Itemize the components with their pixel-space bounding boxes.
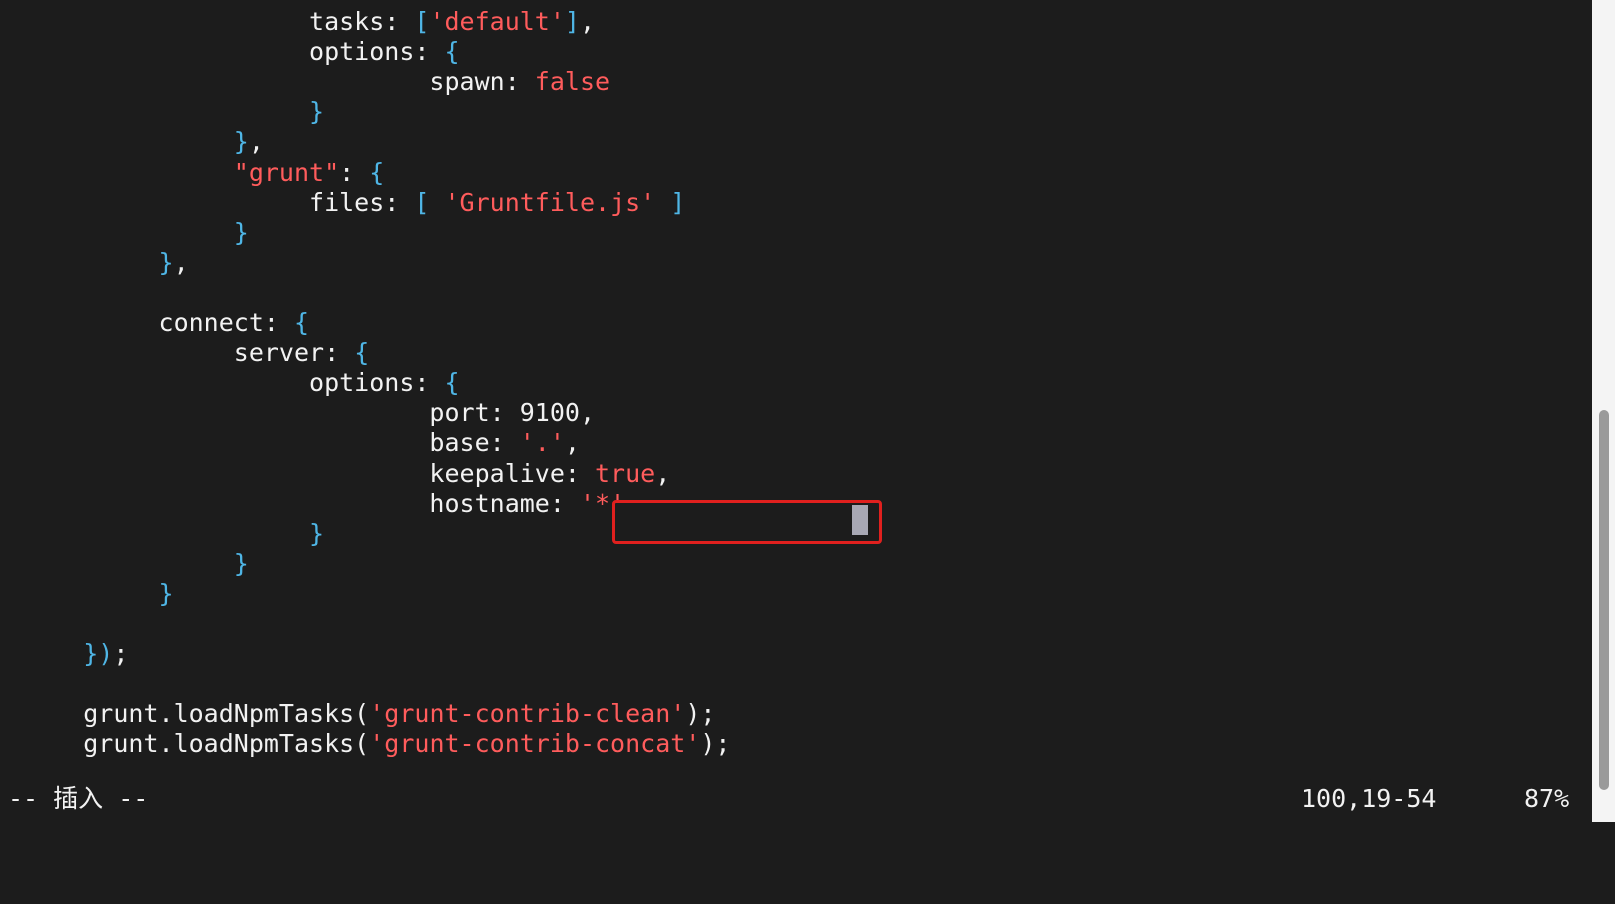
highlight-annotation-box: [612, 500, 882, 544]
code-token: base:: [8, 428, 520, 458]
code-token: files:: [8, 187, 415, 217]
code-token: ,: [564, 428, 580, 458]
code-token: hostname:: [8, 488, 580, 518]
code-line: }: [8, 578, 174, 609]
scroll-percent: 87%: [1524, 784, 1570, 813]
code-line: keepalive: true,: [8, 458, 670, 489]
code-token: ]: [655, 187, 686, 217]
code-line: connect: {: [8, 307, 310, 338]
code-line: }: [8, 548, 249, 579]
code-token: {: [354, 338, 370, 368]
mode-indicator: -- 插入 --: [8, 784, 149, 813]
code-token: :: [339, 157, 370, 187]
code-token: grunt.loadNpmTasks(: [8, 699, 370, 729]
code-line: "grunt": {: [8, 157, 385, 188]
code-editor[interactable]: tasks: ['default'], options: { spawn: fa…: [0, 0, 1592, 792]
code-line: tasks: ['default'],: [8, 6, 595, 37]
code-token: keepalive:: [8, 458, 595, 488]
code-line: grunt.loadNpmTasks('grunt-contrib-clean'…: [8, 698, 715, 729]
code-token: ,: [655, 458, 671, 488]
code-line: grunt.loadNpmTasks('grunt-contrib-concat…: [8, 728, 730, 759]
code-line: hostname: '*': [8, 488, 625, 519]
scrollbar-thumb[interactable]: [1599, 410, 1609, 790]
code-token: [: [414, 7, 430, 36]
code-token: '.': [519, 428, 565, 458]
code-token: {: [444, 37, 460, 67]
code-line: options: {: [8, 367, 460, 398]
code-token: 'Gruntfile.js': [444, 187, 656, 217]
code-token: {: [444, 368, 460, 398]
code-token: }: [8, 548, 249, 578]
code-token: {: [369, 157, 385, 187]
code-token: );: [700, 729, 731, 759]
code-token: 'grunt-contrib-concat': [369, 729, 701, 759]
code-token: "grunt": [233, 157, 340, 187]
code-line: }: [8, 96, 324, 127]
code-token: server:: [8, 338, 355, 368]
code-line: options: {: [8, 36, 460, 67]
code-token: ;: [113, 639, 129, 669]
vertical-scrollbar[interactable]: [1592, 0, 1615, 822]
code-token: ,: [248, 127, 264, 157]
code-token: );: [685, 699, 716, 729]
code-token: }): [8, 639, 114, 669]
code-token: }: [8, 247, 174, 277]
code-token: grunt.loadNpmTasks(: [8, 729, 370, 759]
code-token: ,: [173, 247, 189, 277]
code-token: }: [8, 97, 325, 127]
code-token: false: [534, 67, 611, 97]
cursor-position: 100,19-54: [1301, 784, 1437, 813]
code-line: port: 9100,: [8, 397, 595, 428]
code-token: 'default': [429, 7, 565, 36]
code-token: ]: [564, 7, 580, 36]
code-token: options:: [8, 37, 445, 67]
code-token: port: 9100,: [8, 398, 595, 428]
text-cursor: [852, 505, 868, 535]
code-token: spawn:: [8, 67, 535, 97]
code-token: }: [8, 217, 249, 247]
code-token: connect:: [8, 308, 294, 337]
code-token: 'grunt-contrib-clean': [369, 699, 686, 729]
code-line: base: '.',: [8, 427, 580, 458]
code-token: }: [8, 127, 249, 157]
code-line: }: [8, 217, 249, 248]
code-line: files: [ 'Gruntfile.js' ]: [8, 187, 685, 218]
code-line: }: [8, 518, 324, 549]
code-token: [: [414, 187, 445, 217]
code-line: },: [8, 126, 264, 157]
code-token: options:: [8, 368, 445, 398]
code-token: tasks:: [8, 7, 415, 36]
code-token: ,: [579, 7, 596, 36]
status-bar: -- 插入 -- 100,19-54 87%: [0, 784, 1592, 822]
code-line: },: [8, 247, 189, 278]
code-line: });: [8, 638, 128, 669]
code-token: }: [8, 578, 174, 608]
code-line: server: {: [8, 337, 369, 368]
code-token: true: [595, 458, 656, 488]
code-token: {: [293, 308, 310, 337]
code-token: }: [8, 518, 325, 548]
code-line: spawn: false: [8, 66, 610, 97]
